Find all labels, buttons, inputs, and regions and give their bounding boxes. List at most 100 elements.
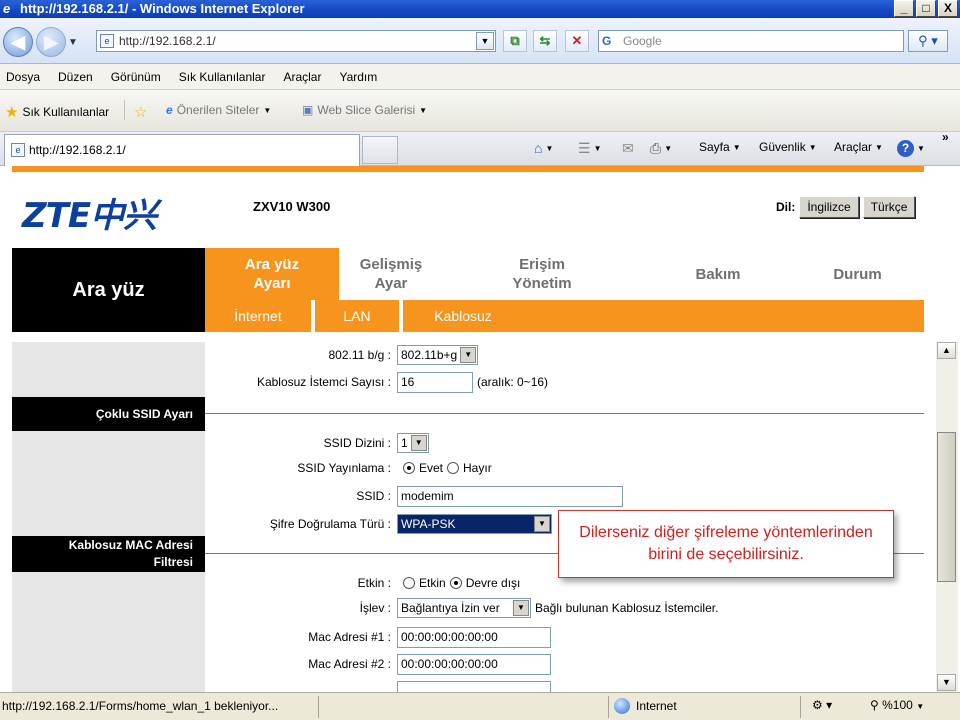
tab-maintenance[interactable]: Bakım xyxy=(645,248,791,300)
refresh-icon[interactable]: ⇆ xyxy=(533,30,557,52)
filter-enabled-label: Etkin : xyxy=(357,576,391,590)
stop-icon[interactable]: ✕ xyxy=(565,30,589,52)
suggested-sites-button[interactable]: e Önerilen Siteler ▼ xyxy=(166,103,271,117)
tab-interface-setup[interactable]: Ara yüz Ayarı xyxy=(205,248,339,300)
chevron-down-icon: ▼ xyxy=(593,144,602,153)
zoom-level[interactable]: ⚲ %100 ▼ xyxy=(870,698,924,712)
star-icon: ★ xyxy=(5,104,19,121)
mac-filter-heading-line2: Filtresi xyxy=(153,555,193,569)
chevron-down-icon: ▼ xyxy=(916,702,925,711)
filter-enabled-radio[interactable] xyxy=(403,577,415,589)
web-slice-button[interactable]: ▣ Web Slice Galerisi ▼ xyxy=(302,103,427,117)
help-icon: ? xyxy=(897,140,914,157)
ssid-input[interactable]: modemim xyxy=(397,485,623,507)
tab-access-management[interactable]: Erişim Yönetim xyxy=(465,248,619,300)
menu-help[interactable]: Yardım xyxy=(339,70,377,84)
subtab-lan[interactable]: LAN xyxy=(315,300,399,332)
address-toolbar: ◀ ▶ ▼ e http://192.168.2.1/ ▼ ⧉ ⇆ ✕ G Go… xyxy=(0,18,960,64)
menu-tools[interactable]: Araçlar xyxy=(283,70,321,84)
mail-button[interactable]: ✉ xyxy=(622,140,634,157)
menu-favorites[interactable]: Sık Kullanılanlar xyxy=(179,70,266,84)
magnifier-icon: ⚲ xyxy=(870,698,879,712)
section-title: Ara yüz xyxy=(12,248,205,332)
ssid-broadcast-row: SSID Yayınlama : Evet Hayır xyxy=(205,457,924,479)
english-button[interactable]: İngilizce xyxy=(799,196,859,218)
chevron-down-icon: ▼ xyxy=(513,600,529,616)
mac1-row: Mac Adresi #1 : 00:00:00:00:00:00 xyxy=(205,626,924,648)
divider xyxy=(205,413,924,414)
menu-edit[interactable]: Düzen xyxy=(58,70,93,84)
close-button[interactable]: X xyxy=(938,0,958,17)
tab-status[interactable]: Durum xyxy=(791,248,924,300)
maximize-button[interactable]: □ xyxy=(916,0,936,17)
function-row: İşlev : Bağlantıya İzin ver ▼ Bağlı bulun… xyxy=(205,597,924,619)
subtab-wireless[interactable]: Kablosuz xyxy=(403,300,523,332)
help-button[interactable]: ? ▼ xyxy=(897,140,925,157)
favorites-button[interactable]: ★ Sık Kullanılanlar xyxy=(5,103,109,121)
status-text: http://192.168.2.1/Forms/home_wlan_1 bek… xyxy=(2,699,279,713)
more-commands-icon[interactable]: » xyxy=(942,130,949,144)
suggested-sites-label: Önerilen Siteler xyxy=(176,103,260,117)
zoom-value: %100 xyxy=(882,698,913,712)
mac3-input[interactable] xyxy=(397,680,551,692)
auth-type-select[interactable]: WPA-PSK ▼ xyxy=(397,514,552,534)
safety-menu[interactable]: Güvenlik ▼ xyxy=(759,140,817,154)
mode-row: 802.11 b/g : 802.11b+g ▼ xyxy=(205,344,924,366)
ssid-index-row: SSID Dizini : 1 ▼ xyxy=(205,432,924,454)
globe-icon xyxy=(614,698,630,714)
sub-nav: İnternet LAN Kablosuz xyxy=(205,300,924,332)
mode-select[interactable]: 802.11b+g ▼ xyxy=(397,345,479,365)
ssid-index-select[interactable]: 1 ▼ xyxy=(397,433,429,453)
clients-field: 16 (aralık: 0~16) xyxy=(397,371,548,393)
add-favorite-icon[interactable]: ☆ xyxy=(134,103,147,121)
print-button[interactable]: ⎙ ▼ xyxy=(650,140,672,157)
protected-mode-icon[interactable]: ⚙ ▾ xyxy=(812,698,832,712)
broadcast-yes-label: Evet xyxy=(419,461,444,475)
auth-type-field: WPA-PSK ▼ xyxy=(397,513,552,535)
broadcast-yes-radio[interactable] xyxy=(403,462,415,474)
tab-advanced[interactable]: Gelişmiş Ayar xyxy=(339,248,443,300)
tools-menu[interactable]: Araçlar ▼ xyxy=(834,140,883,154)
mac2-input[interactable]: 00:00:00:00:00:00 xyxy=(397,653,551,675)
function-select[interactable]: Bağlantıya İzin ver ▼ xyxy=(397,598,531,618)
feeds-button[interactable]: ☰ ▼ xyxy=(578,140,601,157)
mac1-label: Mac Adresi #1 : xyxy=(308,630,391,644)
broadcast-no-radio[interactable] xyxy=(447,462,460,474)
chevron-down-icon: ▼ xyxy=(875,142,883,152)
menu-file[interactable]: Dosya xyxy=(6,70,40,84)
new-tab-button[interactable] xyxy=(362,136,398,164)
mac1-input[interactable]: 00:00:00:00:00:00 xyxy=(397,626,551,648)
clients-label: Kablosuz İstemci Sayısı : xyxy=(256,375,391,389)
recent-pages-dropdown-icon[interactable]: ▼ xyxy=(68,37,78,48)
forward-icon[interactable]: ▶ xyxy=(36,27,66,57)
zone-label: Internet xyxy=(636,699,677,713)
search-icon[interactable]: ⚲ ▾ xyxy=(908,30,948,52)
address-dropdown-icon[interactable]: ▼ xyxy=(476,32,494,50)
vertical-scrollbar[interactable]: ▲ ▼ xyxy=(936,342,958,692)
page-menu[interactable]: Sayfa ▼ xyxy=(699,140,741,154)
security-zone[interactable]: Internet xyxy=(614,698,677,714)
subtab-internet[interactable]: İnternet xyxy=(205,300,311,332)
menu-view[interactable]: Görünüm xyxy=(111,70,161,84)
browser-tab[interactable]: e http://192.168.2.1/ xyxy=(4,134,360,166)
web-slice-icon: ▣ xyxy=(302,103,314,117)
scroll-up-icon[interactable]: ▲ xyxy=(937,342,956,359)
mac-filter-heading-line1: Kablosuz MAC Adresi xyxy=(68,538,193,552)
minimize-button[interactable]: _ xyxy=(894,0,914,17)
filter-disabled-radio[interactable] xyxy=(449,577,462,589)
back-icon[interactable]: ◀ xyxy=(3,27,33,57)
chevron-down-icon: ▼ xyxy=(545,143,554,153)
printer-icon: ⎙ xyxy=(650,140,662,156)
address-input[interactable]: e http://192.168.2.1/ xyxy=(96,30,496,52)
chevron-down-icon: ▼ xyxy=(732,142,741,152)
language-selector: Dil: İngilizce Türkçe xyxy=(776,196,916,218)
filter-enabled-option: Etkin xyxy=(419,576,446,590)
turkish-button[interactable]: Türkçe xyxy=(862,196,916,218)
compatibility-view-icon[interactable]: ⧉ xyxy=(503,30,527,52)
scroll-down-icon[interactable]: ▼ xyxy=(937,674,956,691)
clients-input[interactable]: 16 xyxy=(397,371,473,393)
search-input[interactable]: G Google xyxy=(598,30,904,52)
home-button[interactable]: ⌂ ▼ xyxy=(534,140,553,156)
menu-bar: Dosya Düzen Görünüm Sık Kullanılanlar Ar… xyxy=(0,64,960,90)
scrollbar-thumb[interactable] xyxy=(937,432,956,582)
